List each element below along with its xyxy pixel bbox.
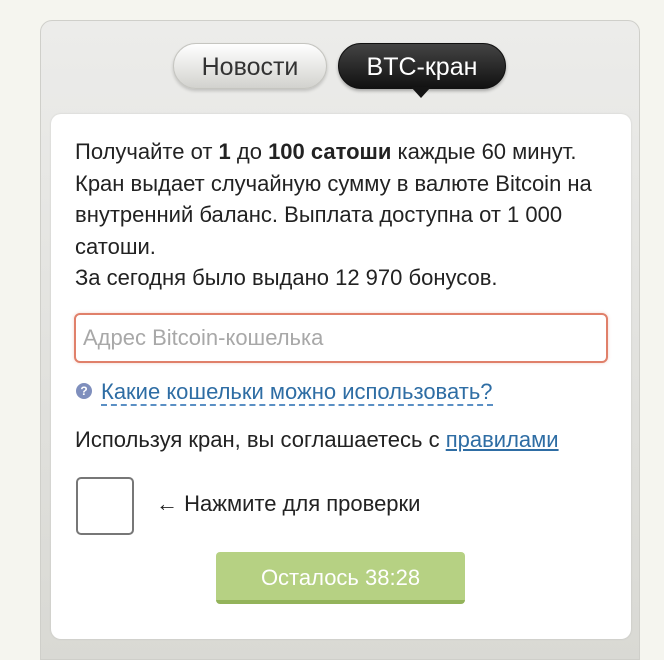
wallets-help-row: ? Какие кошельки можно использовать? xyxy=(76,377,493,407)
faucet-panel: Получайте от 1 до 100 сатоши каждые 60 м… xyxy=(51,114,631,639)
info-text-2: до xyxy=(230,139,269,164)
wallets-help-link[interactable]: Какие кошельки можно использовать? xyxy=(101,379,493,406)
terms-text: Используя кран, вы соглашаетесь с xyxy=(75,427,446,452)
captcha-checkbox[interactable] xyxy=(76,477,134,535)
bitcoin-address-input[interactable] xyxy=(74,313,608,363)
max-amount: 100 сатоши xyxy=(268,139,392,164)
tab-btc-faucet-label: BTC-кран xyxy=(366,53,478,81)
tab-btc-faucet[interactable]: BTC-кран xyxy=(338,43,506,98)
tab-news[interactable]: Новости xyxy=(173,43,327,89)
info-text-1: Получайте от xyxy=(75,139,219,164)
terms-notice: Используя кран, вы соглашаетесь с правил… xyxy=(75,425,559,455)
timer-button[interactable]: Осталось 38:28 xyxy=(216,552,465,604)
question-icon: ? xyxy=(76,383,92,400)
faucet-description: Получайте от 1 до 100 сатоши каждые 60 м… xyxy=(75,136,615,294)
faucet-widget: Новости BTC-кран Получайте от 1 до 100 с… xyxy=(40,20,640,660)
issued-today: За сегодня было выдано 12 970 бонусов. xyxy=(75,265,498,290)
min-amount: 1 xyxy=(218,139,231,164)
captcha-hint: ← Нажмите для проверки xyxy=(156,491,421,516)
terms-link[interactable]: правилами xyxy=(446,427,559,452)
active-tab-pointer-icon xyxy=(411,87,431,98)
